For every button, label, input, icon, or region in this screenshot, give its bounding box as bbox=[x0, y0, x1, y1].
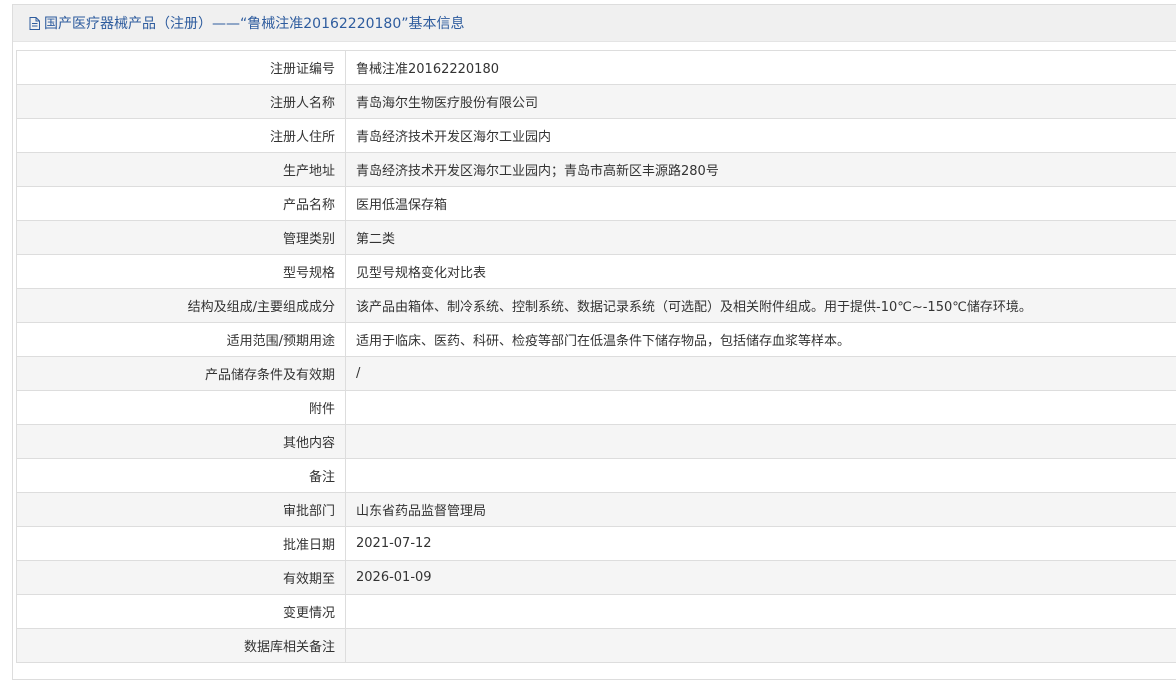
row-label: 产品名称 bbox=[16, 186, 346, 221]
table-row: 管理类别 第二类 bbox=[16, 220, 1176, 255]
panel-header: 国产医疗器械产品（注册）——“鲁械注准20162220180”基本信息 bbox=[13, 5, 1176, 42]
row-value: / bbox=[345, 356, 1176, 391]
table-row: 注册证编号 鲁械注准20162220180 bbox=[16, 50, 1176, 85]
row-label: 数据库相关备注 bbox=[16, 628, 346, 663]
table-row: 结构及组成/主要组成成分 该产品由箱体、制冷系统、控制系统、数据记录系统（可选配）… bbox=[16, 288, 1176, 323]
row-label: 审批部门 bbox=[16, 492, 346, 527]
row-value: 2026-01-09 bbox=[345, 560, 1176, 595]
row-label: 变更情况 bbox=[16, 594, 346, 629]
row-value: 青岛经济技术开发区海尔工业园内；青岛市高新区丰源路280号 bbox=[345, 152, 1176, 187]
row-value: 第二类 bbox=[345, 220, 1176, 255]
row-label: 其他内容 bbox=[16, 424, 346, 459]
row-label: 附件 bbox=[16, 390, 346, 425]
row-value: 鲁械注准20162220180 bbox=[345, 50, 1176, 85]
row-value bbox=[345, 628, 1176, 663]
table-row: 注册人住所 青岛经济技术开发区海尔工业园内 bbox=[16, 118, 1176, 153]
row-value: 医用低温保存箱 bbox=[345, 186, 1176, 221]
row-label: 管理类别 bbox=[16, 220, 346, 255]
table-row: 产品储存条件及有效期 / bbox=[16, 356, 1176, 391]
row-value bbox=[345, 424, 1176, 459]
row-value bbox=[345, 390, 1176, 425]
table-row: 附件 bbox=[16, 390, 1176, 425]
info-table-body: 注册证编号 鲁械注准20162220180 注册人名称 青岛海尔生物医疗股份有限公司注… bbox=[16, 50, 1176, 663]
table-row: 有效期至 2026-01-09 bbox=[16, 560, 1176, 595]
row-value: 2021-07-12 bbox=[345, 526, 1176, 561]
info-table: 注册证编号 鲁械注准20162220180 注册人名称 青岛海尔生物医疗股份有限公司注… bbox=[16, 50, 1176, 663]
row-value bbox=[345, 594, 1176, 629]
row-label: 型号规格 bbox=[16, 254, 346, 289]
row-label: 适用范围/预期用途 bbox=[16, 322, 346, 357]
row-value: 青岛海尔生物医疗股份有限公司 bbox=[345, 84, 1176, 119]
row-value bbox=[345, 458, 1176, 493]
table-row: 批准日期 2021-07-12 bbox=[16, 526, 1176, 561]
row-label: 有效期至 bbox=[16, 560, 346, 595]
table-row: 其他内容 bbox=[16, 424, 1176, 459]
row-value: 适用于临床、医药、科研、检疫等部门在低温条件下储存物品，包括储存血浆等样本。 bbox=[345, 322, 1176, 357]
row-value: 山东省药品监督管理局 bbox=[345, 492, 1176, 527]
row-label: 备注 bbox=[16, 458, 346, 493]
table-row: 生产地址 青岛经济技术开发区海尔工业园内；青岛市高新区丰源路280号 bbox=[16, 152, 1176, 187]
table-row: 注册人名称 青岛海尔生物医疗股份有限公司 bbox=[16, 84, 1176, 119]
row-label: 结构及组成/主要组成成分 bbox=[16, 288, 346, 323]
document-icon bbox=[29, 16, 40, 30]
row-label: 生产地址 bbox=[16, 152, 346, 187]
table-row: 产品名称 医用低温保存箱 bbox=[16, 186, 1176, 221]
table-row: 适用范围/预期用途 适用于临床、医药、科研、检疫等部门在低温条件下储存物品，包括储… bbox=[16, 322, 1176, 357]
row-label: 注册证编号 bbox=[16, 50, 346, 85]
table-row: 变更情况 bbox=[16, 594, 1176, 629]
table-row: 备注 bbox=[16, 458, 1176, 493]
row-value: 该产品由箱体、制冷系统、控制系统、数据记录系统（可选配）及相关附件组成。用于提供… bbox=[345, 288, 1176, 323]
row-label: 注册人住所 bbox=[16, 118, 346, 153]
row-label: 产品储存条件及有效期 bbox=[16, 356, 346, 391]
table-row: 审批部门 山东省药品监督管理局 bbox=[16, 492, 1176, 527]
row-value: 见型号规格变化对比表 bbox=[345, 254, 1176, 289]
table-row: 型号规格 见型号规格变化对比表 bbox=[16, 254, 1176, 289]
row-value: 青岛经济技术开发区海尔工业园内 bbox=[345, 118, 1176, 153]
page-title: 国产医疗器械产品（注册）——“鲁械注准20162220180”基本信息 bbox=[44, 16, 465, 32]
table-row: 数据库相关备注 bbox=[16, 628, 1176, 663]
row-label: 注册人名称 bbox=[16, 84, 346, 119]
row-label: 批准日期 bbox=[16, 526, 346, 561]
